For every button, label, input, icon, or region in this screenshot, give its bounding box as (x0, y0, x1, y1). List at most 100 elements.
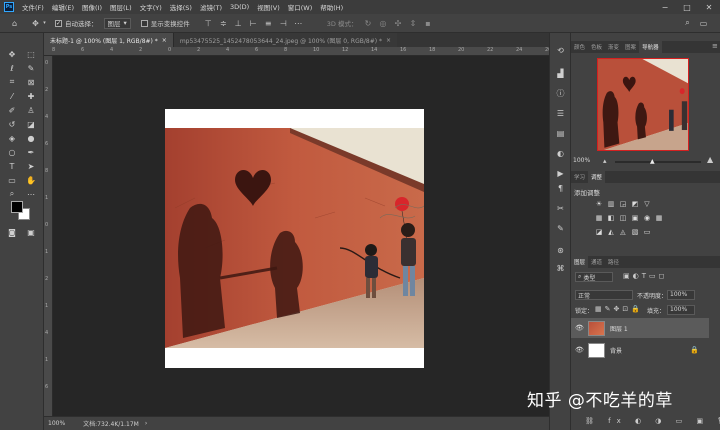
menu-type[interactable]: 文字(Y) (136, 2, 166, 12)
color-lookup-icon[interactable]: ▦ (655, 214, 663, 222)
hue-saturation-icon[interactable]: ◧ (607, 214, 615, 222)
levels-icon[interactable]: ▥ (607, 200, 615, 208)
exposure-icon[interactable]: ◩ (631, 200, 639, 208)
move-tool-icon[interactable]: ✥ (31, 19, 40, 28)
menu-edit[interactable]: 编辑(E) (48, 2, 78, 12)
paint-bucket-tool-icon[interactable]: ◈ (6, 132, 18, 144)
brightness-icon[interactable]: ☀ (595, 200, 603, 208)
color-balance-icon[interactable]: ◫ (619, 214, 627, 222)
photo-filter-icon[interactable]: ◉ (643, 214, 651, 222)
brush-tool-icon[interactable]: ✐ (6, 104, 18, 116)
panel-menu-icon[interactable]: ≡ (712, 42, 718, 50)
paragraph-icon[interactable]: ¶ (555, 183, 566, 194)
workspace-icon[interactable]: ▭ (699, 19, 708, 28)
align-hcenter-icon[interactable]: ≡ (264, 19, 273, 28)
navigator-zoom-value[interactable]: 100% (573, 157, 590, 164)
eraser-tool-icon[interactable]: ◪ (25, 118, 37, 130)
pen-tool-icon[interactable]: ✒ (25, 146, 37, 158)
minimize-button[interactable]: − (654, 0, 676, 14)
lock-icon[interactable]: 🔒 (690, 346, 699, 354)
curves-icon[interactable]: ◲ (619, 200, 627, 208)
threshold-icon[interactable]: ◬ (619, 228, 627, 236)
selective-color-icon[interactable]: ▧ (631, 228, 639, 236)
frame-tool-icon[interactable]: ⊠ (25, 76, 37, 88)
hand-tool-icon[interactable]: ✋ (25, 174, 37, 186)
close-button[interactable]: ✕ (698, 0, 720, 14)
3d-roll-icon[interactable]: ◎ (378, 19, 387, 28)
quick-select-tool-icon[interactable]: ✎ (25, 62, 37, 74)
history-brush-tool-icon[interactable]: ↺ (6, 118, 18, 130)
blur-tool-icon[interactable]: ● (25, 132, 37, 144)
menu-layer[interactable]: 图层(L) (106, 2, 136, 12)
tab-untitled-1[interactable]: 未标题-1 @ 100% (图层 1, RGB/8#) * × (44, 33, 173, 47)
tab-layers[interactable]: 图层 (571, 256, 589, 268)
zoom-out-icon[interactable]: ▴ (603, 157, 607, 165)
auto-select-option[interactable]: ✓ 自动选择： (55, 18, 98, 28)
align-left-icon[interactable]: ⊢ (249, 19, 258, 28)
layer-row-layer-1[interactable]: 👁 图层 1 (571, 318, 709, 338)
menu-file[interactable]: 文件(F) (18, 2, 48, 12)
lasso-tool-icon[interactable]: ℓ (6, 62, 18, 74)
menu-image[interactable]: 图像(I) (78, 2, 106, 12)
zoom-tool-icon[interactable]: ⌕ (6, 188, 18, 200)
3d-slide-icon[interactable]: ⇕ (408, 19, 417, 28)
lock-icons[interactable]: ▦✎✥⊡🔒 (595, 305, 643, 313)
black-white-icon[interactable]: ▣ (631, 214, 639, 222)
opacity-input[interactable]: 100% (667, 290, 695, 300)
tab-adjustments[interactable]: 调整 (588, 171, 606, 183)
3d-rotate-icon[interactable]: ↻ (363, 19, 372, 28)
auto-select-checkbox[interactable]: ✓ (55, 19, 62, 27)
libraries-icon[interactable]: ▤ (555, 128, 566, 139)
menu-filter[interactable]: 滤镜(T) (196, 2, 226, 12)
align-top-icon[interactable]: ⊤ (204, 19, 213, 28)
layer-name[interactable]: 图层 1 (610, 324, 628, 333)
fill-input[interactable]: 100% (667, 305, 695, 315)
dodge-tool-icon[interactable]: ○ (6, 146, 18, 158)
align-bottom-icon[interactable]: ⊥ (234, 19, 243, 28)
3d-scale-icon[interactable]: ▪ (423, 19, 432, 28)
properties-icon[interactable]: ☰ (555, 108, 566, 119)
actions-icon[interactable]: ▶ (555, 168, 566, 179)
healing-tool-icon[interactable]: ✚ (25, 90, 37, 102)
tab-channels[interactable]: 通道 (588, 256, 605, 268)
close-icon[interactable]: × (162, 37, 167, 44)
align-right-icon[interactable]: ⊣ (279, 19, 288, 28)
tab-patterns[interactable]: 图案 (622, 41, 639, 53)
tool-presets-icon[interactable]: ✂ (555, 203, 566, 214)
gradient-map-icon[interactable]: ▭ (643, 228, 651, 236)
vibrance-icon[interactable]: ▦ (595, 214, 603, 222)
maximize-button[interactable]: □ (676, 0, 698, 14)
eye-icon[interactable]: 👁 (575, 324, 584, 332)
histogram-icon[interactable]: ▟ (555, 68, 566, 79)
zoom-level[interactable]: 100% (48, 420, 65, 427)
layer-bottom-actions[interactable]: ⛓ fx ◐ ◑ ▭ ▣ 🗑 (585, 417, 720, 425)
tab-jpeg-document[interactable]: mp53475525_1452478053644_24.jpeg @ 100% … (172, 33, 397, 47)
brushes-icon[interactable]: ✎ (555, 223, 566, 234)
type-tool-icon[interactable]: T (6, 160, 18, 172)
tab-gradients[interactable]: 渐变 (605, 41, 622, 53)
info-icon[interactable]: ⓘ (555, 88, 566, 99)
tab-learn[interactable]: 学习 (571, 171, 588, 183)
stamp-tool-icon[interactable]: ♙ (25, 104, 37, 116)
auto-select-dropdown[interactable]: 图层 ▾ (103, 17, 131, 29)
blend-mode-dropdown[interactable]: 正常 (575, 290, 633, 300)
zoom-in-icon[interactable]: ▲ (707, 155, 713, 164)
move-tool-icon[interactable]: ✥ (6, 48, 18, 60)
layer-filter-icons[interactable]: ▣◐T▭◻ (623, 272, 667, 280)
layer-row-background[interactable]: 👁 背景 🔒 (571, 340, 709, 360)
zoom-slider-handle[interactable]: ▲ (650, 158, 655, 165)
distribute-icon[interactable]: ⋯ (294, 19, 303, 28)
gradient-map-triangle-icon[interactable]: ▽ (643, 200, 651, 208)
menu-3d[interactable]: 3D(D) (226, 3, 253, 11)
tab-navigator[interactable]: 导航器 (639, 41, 662, 53)
close-icon[interactable]: × (386, 37, 391, 44)
menu-view[interactable]: 视图(V) (253, 2, 284, 12)
align-vcenter-icon[interactable]: ≑ (219, 19, 228, 28)
quick-mask-icon[interactable]: ◙ (6, 226, 18, 238)
menu-select[interactable]: 选择(S) (166, 2, 196, 12)
history-icon[interactable]: ⟲ (555, 45, 566, 56)
marquee-tool-icon[interactable]: ⬚ (25, 48, 37, 60)
navigator-zoom-slider[interactable] (615, 161, 701, 163)
adjustments-icon[interactable]: ◐ (555, 148, 566, 159)
tab-color[interactable]: 颜色 (571, 41, 588, 53)
